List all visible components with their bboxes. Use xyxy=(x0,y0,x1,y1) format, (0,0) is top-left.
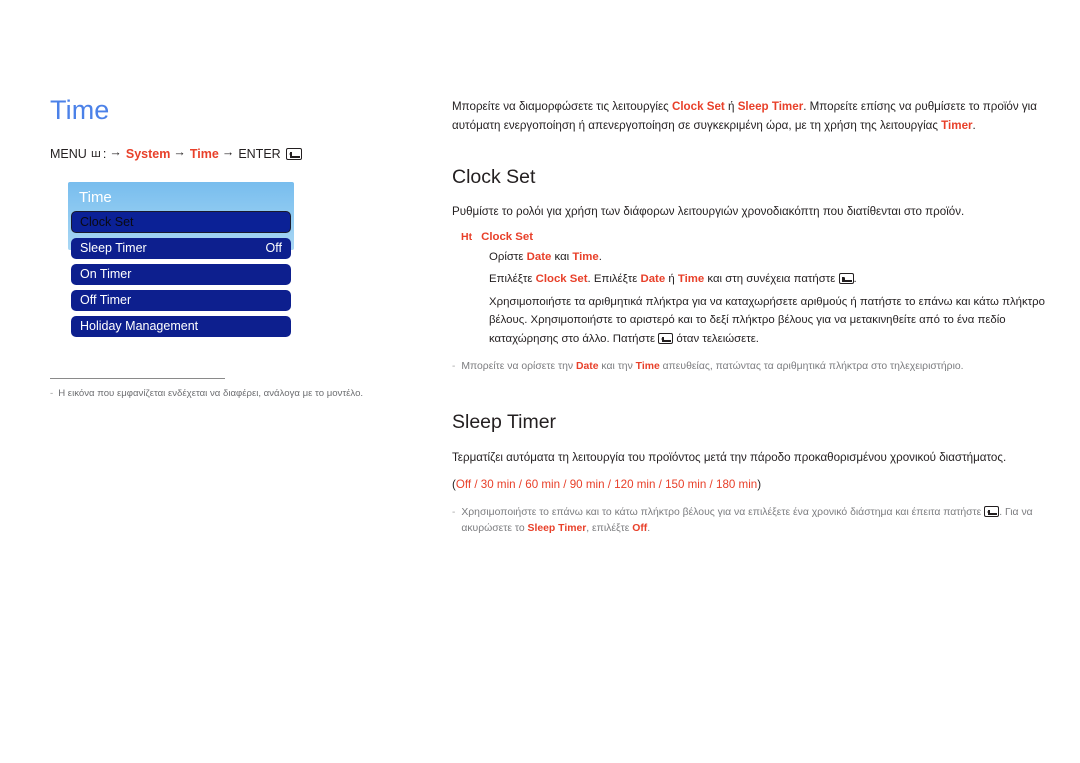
osd-item-value: Off xyxy=(265,241,282,256)
sleep-timer-lead: Τερματίζει αυτόματα τη λειτουργία του πρ… xyxy=(452,450,1007,464)
osd-item-list: Clock Set Sleep Timer Off On Timer Off T… xyxy=(68,211,294,337)
line2-text-e: . xyxy=(853,273,857,286)
clock-set-tip: - Μπορείτε να ορίσετε την Date και την T… xyxy=(452,359,1052,375)
clock-set-sub-head: Ht Clock Set xyxy=(461,229,1052,246)
osd-item-holiday-management[interactable]: Holiday Management xyxy=(71,316,291,337)
breadcrumb-arrow-icon-1: → xyxy=(109,144,122,159)
line2-text-d: και στη συνέχεια πατήστε xyxy=(704,273,839,286)
tip-text-c: απευθείας, πατώντας τα αριθμητικά πλήκτρ… xyxy=(659,361,964,373)
clock-set-sub-title: Clock Set xyxy=(481,230,534,243)
line3-text-b: όταν τελειώσετε. xyxy=(673,332,759,345)
line3-text-a: Χρησιμοποιήστε τα αριθμητικά πλήκτρα για… xyxy=(489,295,1045,345)
osd-item-sleep-timer[interactable]: Sleep Timer Off xyxy=(71,238,291,259)
footnote-text: Η εικόνα που εμφανίζεται ενδέχεται να δι… xyxy=(58,388,364,399)
clock-set-line-1: Ορίστε Date και Time. xyxy=(489,248,1052,266)
tip-text-b: και την xyxy=(598,361,636,373)
breadcrumb-arrow-icon-3: → xyxy=(221,144,235,159)
sleep-timer-tip: - Χρησιμοποιήστε το επάνω και το κάτω πλ… xyxy=(452,505,1052,537)
clock-set-sub-block: Ht Clock Set Ορίστε Date και Time. Επιλέ… xyxy=(461,229,1052,348)
line2-text-b: . Επιλέξτε xyxy=(587,273,641,286)
clock-set-line-3: Χρησιμοποιήστε τα αριθμητικά πλήκτρα για… xyxy=(489,293,1052,348)
line1-term-time: Time xyxy=(572,250,599,263)
menu-glyph-icon: ш xyxy=(90,147,101,161)
options-values: Off / 30 min / 60 min / 90 min / 120 min… xyxy=(455,478,758,492)
st-tip-term-sleep-timer: Sleep Timer xyxy=(527,523,587,534)
osd-item-label: Holiday Management xyxy=(80,319,199,334)
tip-term-date: Date xyxy=(576,361,599,373)
enter-key-icon xyxy=(658,332,674,344)
line2-text-c: ή xyxy=(665,273,678,286)
osd-footnote: - Η εικόνα που εμφανίζεται ενδέχεται να … xyxy=(50,378,450,401)
enter-key-icon xyxy=(285,147,302,160)
intro-term-sleep-timer: Sleep Timer xyxy=(737,100,804,113)
footnote-line: - Η εικόνα που εμφανίζεται ενδέχεται να … xyxy=(50,387,450,401)
line1-text-b: και xyxy=(551,250,573,263)
intro-paragraph: Μπορείτε να διαμορφώσετε τις λειτουργίες… xyxy=(452,98,1052,136)
line1-text-a: Ορίστε xyxy=(489,250,527,263)
breadcrumb-enter-label: ENTER xyxy=(238,146,281,161)
section-heading-sleep-timer: Sleep Timer xyxy=(452,411,557,434)
clock-set-lead: Ρυθμίστε το ρολόι για χρήση των διάφορων… xyxy=(452,204,965,218)
intro-text-1: Μπορείτε να διαμορφώσετε τις λειτουργίες xyxy=(452,100,672,113)
tip-dash-icon: - xyxy=(452,506,456,518)
breadcrumb: MENU ш : → System → Time → ENTER xyxy=(50,144,410,161)
st-tip-term-off: Off xyxy=(632,523,648,534)
enter-key-icon xyxy=(984,505,1000,517)
st-tip-text-d: . xyxy=(647,523,651,534)
osd-item-on-timer[interactable]: On Timer xyxy=(71,264,291,285)
breadcrumb-step-system: System xyxy=(125,146,171,161)
st-tip-text-c: , επιλέξτε xyxy=(586,523,633,534)
osd-item-label: Sleep Timer xyxy=(80,241,147,256)
line1-text-c: . xyxy=(598,250,602,263)
clock-set-line-2: Επιλέξτε Clock Set. Επιλέξτε Date ή Time… xyxy=(489,270,1052,288)
intro-text-2: ή xyxy=(724,100,738,113)
right-column: Μπορείτε να διαμορφώσετε τις λειτουργίες… xyxy=(452,98,1052,537)
tip-dash-icon: - xyxy=(452,361,456,373)
osd-item-label: Clock Set xyxy=(80,214,134,229)
section-heading-clock-set: Clock Set xyxy=(452,165,536,188)
breadcrumb-menu-label: MENU xyxy=(50,146,87,161)
osd-item-clock-set[interactable]: Clock Set xyxy=(71,211,291,233)
line2-term-date: Date xyxy=(640,273,666,286)
footnote-divider xyxy=(50,378,225,379)
tip-text-a: Μπορείτε να ορίσετε την xyxy=(461,361,576,373)
osd-item-off-timer[interactable]: Off Timer xyxy=(71,290,291,311)
intro-term-clock-set: Clock Set xyxy=(671,100,725,113)
breadcrumb-arrow-icon-2: → xyxy=(173,144,186,159)
footnote-dash-icon: - xyxy=(50,388,54,399)
intro-text-4: . xyxy=(972,118,976,132)
line2-text-a: Επιλέξτε xyxy=(489,273,536,286)
tip-term-time: Time xyxy=(635,361,660,373)
osd-item-label: On Timer xyxy=(80,267,132,282)
tip-text: Μπορείτε να ορίσετε την Date και την Tim… xyxy=(461,359,1052,375)
left-column: Time MENU ш : → System → Time → ENTER xyxy=(50,95,410,161)
clock-set-sub-body: Ορίστε Date και Time. Επιλέξτε Clock Set… xyxy=(489,248,1052,348)
line2-term-time: Time xyxy=(677,273,705,286)
line1-term-date: Date xyxy=(526,250,552,263)
breadcrumb-step-time: Time xyxy=(189,146,219,161)
sub-marker-icon: Ht xyxy=(461,230,473,243)
osd-menu-mockup: Time Clock Set Sleep Timer Off On Timer … xyxy=(68,182,294,342)
osd-title: Time xyxy=(79,189,112,206)
tip-text: Χρησιμοποιήστε το επάνω και το κάτω πλήκ… xyxy=(461,505,1052,537)
enter-key-icon xyxy=(838,273,854,285)
options-close-paren: ) xyxy=(757,478,762,492)
st-tip-text-a: Χρησιμοποιήστε το επάνω και το κάτω πλήκ… xyxy=(461,506,985,518)
breadcrumb-colon: : xyxy=(102,146,107,161)
page-title: Time xyxy=(50,95,110,125)
line2-term-clock-set: Clock Set xyxy=(535,273,588,286)
intro-term-timer: Timer xyxy=(941,118,973,132)
osd-item-label: Off Timer xyxy=(80,293,132,308)
sleep-timer-options: (Off / 30 min / 60 min / 90 min / 120 mi… xyxy=(452,476,1052,493)
